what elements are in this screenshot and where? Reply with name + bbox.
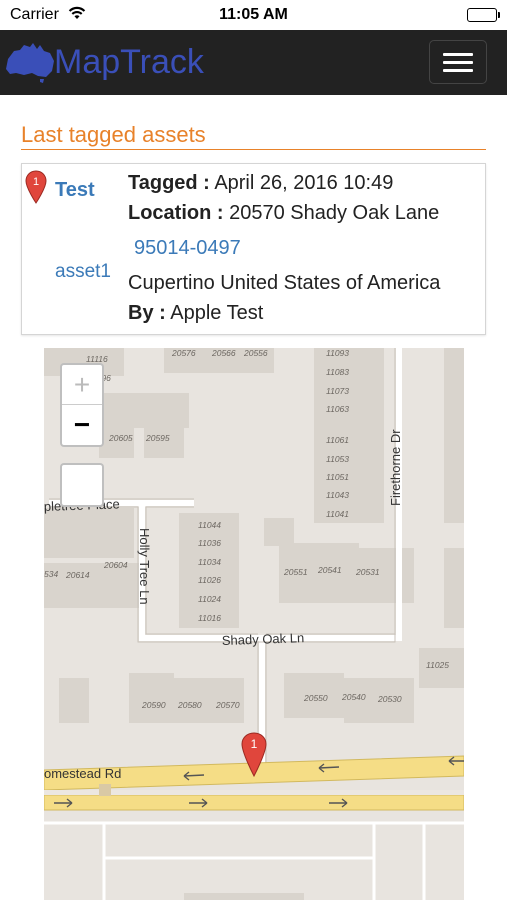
parcel-label: 11024	[198, 594, 221, 604]
clock: 11:05 AM	[219, 6, 288, 23]
map-marker-icon: 1	[25, 170, 47, 204]
parcel-label: 11063	[326, 404, 349, 414]
street-label-holly-tree: Holly Tree Ln	[137, 528, 152, 605]
location-street: 20570 Shady Oak Lane	[229, 202, 440, 224]
parcel-label: 20614	[65, 570, 90, 580]
parcel-label: 11044	[198, 520, 221, 530]
parcel-label: 20540	[341, 692, 366, 702]
zoom-control: + −	[60, 363, 104, 447]
parcel-label: 11016	[198, 613, 221, 623]
section-title: Last tagged assets	[21, 122, 486, 150]
parcel-label: 20550	[303, 693, 328, 703]
top-navbar: MapTrack	[0, 30, 507, 95]
parcel-label: 11026	[198, 575, 221, 585]
parcel-label: 11036	[198, 538, 221, 548]
asset-card[interactable]: 1 Test asset1 Tagged : April 26, 2016 10…	[21, 163, 486, 335]
layer-toggle-button[interactable]	[60, 463, 104, 507]
parcel-label: 20604	[103, 560, 128, 570]
parcel-label: 20570	[215, 700, 240, 710]
status-bar: Carrier 11:05 AM	[0, 0, 507, 30]
tagged-row: Tagged : April 26, 2016 10:49	[128, 168, 483, 198]
parcel-label: 11083	[326, 367, 349, 377]
parcel-label: 20605	[108, 433, 133, 443]
by-value: Apple Test	[170, 302, 264, 324]
asset-name-link[interactable]: Test	[55, 179, 95, 202]
parcel-label: 20590	[141, 700, 166, 710]
location-row: Location : 20570 Shady Oak Lane	[128, 198, 483, 228]
marker-number: 1	[33, 176, 39, 188]
parcel-label: 20551	[283, 567, 308, 577]
parcel-label: 11061	[326, 435, 349, 445]
parcel-label: 11034	[198, 557, 221, 567]
parcel-label: 20556	[243, 348, 268, 358]
map-tiles: 11116 1096 20576 20566 20556 11093 11083…	[44, 348, 464, 900]
asset-id-link[interactable]: asset1	[55, 261, 111, 283]
map-marker-number: 1	[251, 737, 258, 751]
brand-name: MapTrack	[54, 42, 204, 81]
parcel-label: 11025	[426, 660, 449, 670]
australia-map-icon	[6, 43, 54, 83]
battery-icon	[467, 8, 500, 22]
location-zip-link[interactable]: 95014-0497	[128, 228, 483, 268]
parcel-label: 534	[44, 569, 58, 579]
by-label: By :	[128, 302, 166, 324]
parcel-label: 20595	[145, 433, 170, 443]
hamburger-menu-button[interactable]	[429, 40, 487, 84]
tagged-label: Tagged :	[128, 172, 210, 194]
street-label-homestead: omestead Rd	[44, 766, 121, 781]
parcel-label: 20531	[355, 567, 380, 577]
asset-details: Tagged : April 26, 2016 10:49 Location :…	[128, 168, 483, 328]
location-city: Cupertino United States of America	[128, 272, 441, 294]
parcel-label: 11043	[326, 490, 349, 500]
hamburger-icon	[443, 52, 473, 56]
street-label-firethorne: Firethorne Dr	[388, 429, 403, 506]
location-label: Location :	[128, 202, 224, 224]
parcel-label: 20530	[377, 694, 402, 704]
parcel-label: 20566	[211, 348, 236, 358]
parcel-label: 11041	[326, 509, 349, 519]
parcel-label: 20541	[317, 565, 342, 575]
tagged-value: April 26, 2016 10:49	[214, 172, 394, 194]
zoom-out-button[interactable]: −	[62, 405, 102, 445]
brand-logo[interactable]: MapTrack	[2, 38, 204, 86]
parcel-label: 11051	[326, 472, 349, 482]
parcel-label: 20576	[171, 348, 196, 358]
parcel-label: 20580	[177, 700, 202, 710]
parcel-label: 11053	[326, 454, 349, 464]
street-label-shady-oak: Shady Oak Ln	[222, 630, 305, 648]
parcel-label: 11093	[326, 348, 349, 358]
zoom-in-button[interactable]: +	[62, 365, 102, 405]
map-view[interactable]: 11116 1096 20576 20566 20556 11093 11083…	[44, 348, 464, 900]
by-row: By : Apple Test	[128, 298, 483, 328]
parcel-label: 11073	[326, 386, 349, 396]
